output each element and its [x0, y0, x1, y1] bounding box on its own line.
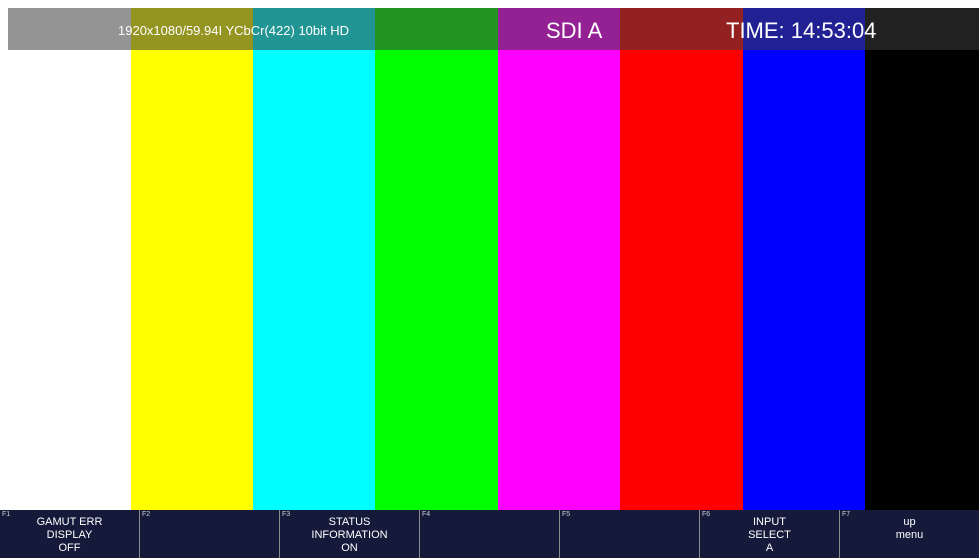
- bar-yellow: [131, 8, 253, 510]
- bar-green: [375, 8, 498, 510]
- f1-gamut-err-display-button[interactable]: F1 GAMUT ERR DISPLAY OFF: [0, 510, 140, 558]
- f2-key-number: F2: [142, 511, 151, 518]
- input-channel-text: SDI A: [546, 18, 603, 43]
- f3-status-information-button[interactable]: F3 STATUS INFORMATION ON: [280, 510, 420, 558]
- bar-magenta: [498, 8, 620, 510]
- bar-red: [620, 8, 743, 510]
- f4-button[interactable]: F4: [420, 510, 560, 558]
- f2-button[interactable]: F2: [140, 510, 280, 558]
- bar-blue: [743, 8, 865, 510]
- bar-black: [865, 8, 979, 510]
- f1-label: GAMUT ERR DISPLAY OFF: [36, 516, 103, 554]
- f5-key-number: F5: [562, 511, 571, 518]
- f6-input-select-button[interactable]: F6 INPUT SELECT A: [700, 510, 840, 558]
- f7-label: up menu: [895, 516, 924, 541]
- status-bar: 1920x1080/59.94I YCbCr(422) 10bit HD SDI…: [8, 8, 979, 50]
- signal-format-text: 1920x1080/59.94I YCbCr(422) 10bit HD: [118, 23, 350, 38]
- bar-cyan: [253, 8, 375, 510]
- f3-label: STATUS INFORMATION ON: [311, 516, 388, 554]
- video-display: 1920x1080/59.94I YCbCr(422) 10bit HD SDI…: [8, 8, 979, 510]
- time-text: TIME: 14:53:04: [726, 18, 877, 43]
- function-key-menu: F1 GAMUT ERR DISPLAY OFF F2 F3 STATUS IN…: [0, 510, 979, 558]
- bar-white: [8, 8, 131, 510]
- f4-key-number: F4: [422, 511, 431, 518]
- f5-button[interactable]: F5: [560, 510, 700, 558]
- color-bars: [8, 8, 979, 510]
- f7-up-menu-button[interactable]: F7 up menu: [840, 510, 979, 558]
- f6-label: INPUT SELECT A: [748, 516, 791, 554]
